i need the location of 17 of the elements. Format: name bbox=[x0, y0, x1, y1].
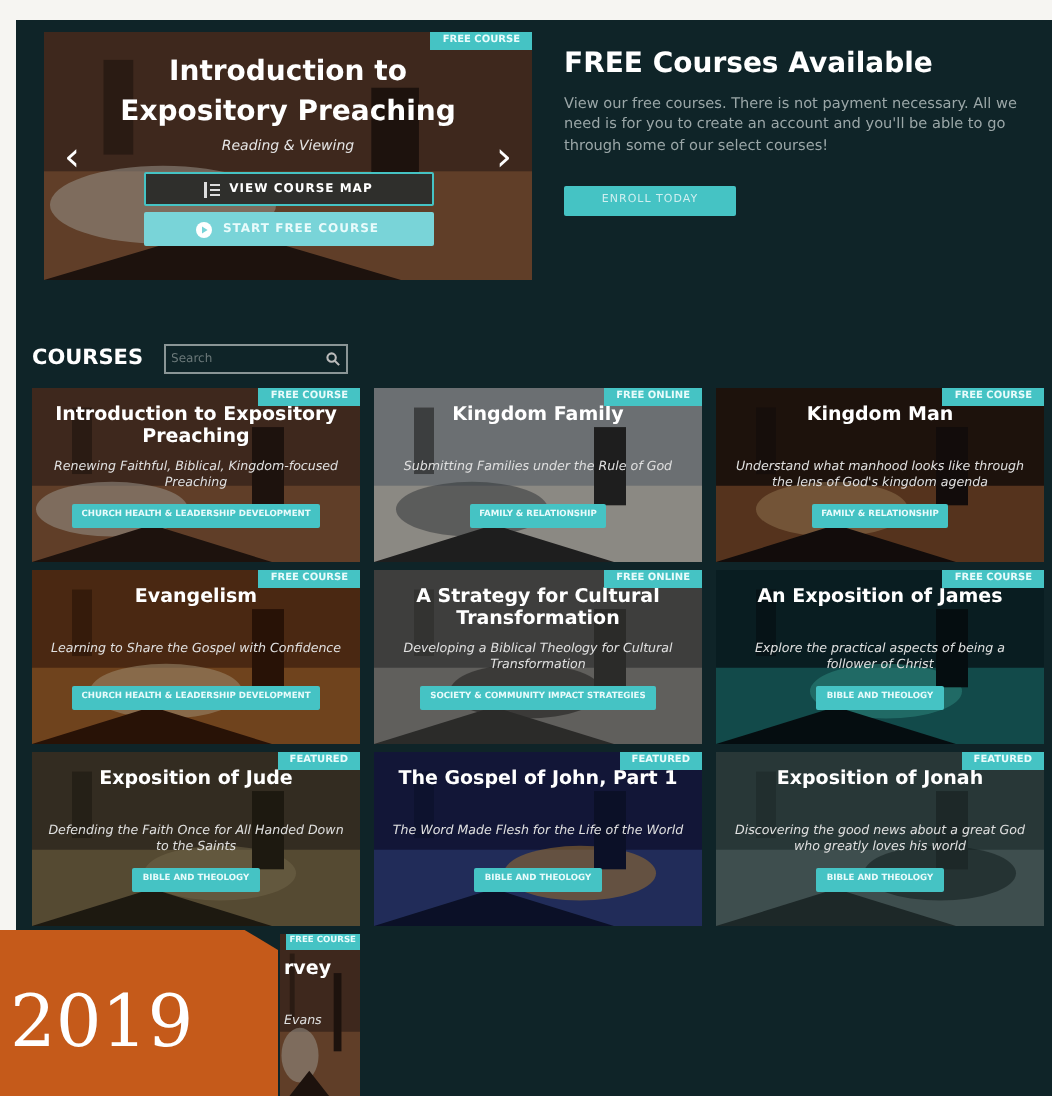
play-icon bbox=[196, 221, 213, 238]
list-icon bbox=[203, 181, 220, 198]
course-title: rvey bbox=[284, 958, 332, 984]
course-title: A Strategy for Cultural Transformation bbox=[414, 586, 662, 634]
course-title: Introduction to Expository Preaching bbox=[53, 404, 339, 452]
course-title: Kingdom Man bbox=[806, 404, 954, 430]
promo-heading: FREE Courses Available bbox=[564, 48, 935, 82]
course-title: Kingdom Family bbox=[452, 404, 624, 430]
search-icon bbox=[325, 351, 340, 365]
section-heading: COURSES bbox=[32, 345, 144, 371]
hero-title: Introduction to Expository Preaching bbox=[118, 54, 458, 133]
course-title: Exposition of Jude bbox=[99, 768, 293, 794]
course-title: Exposition of Jonah bbox=[776, 768, 984, 794]
year-text: 2019 bbox=[10, 979, 194, 1067]
course-title: An Exposition of James bbox=[757, 586, 1003, 612]
course-title: The Gospel of John, Part 1 bbox=[398, 768, 678, 794]
course-title: Evangelism bbox=[134, 586, 258, 612]
